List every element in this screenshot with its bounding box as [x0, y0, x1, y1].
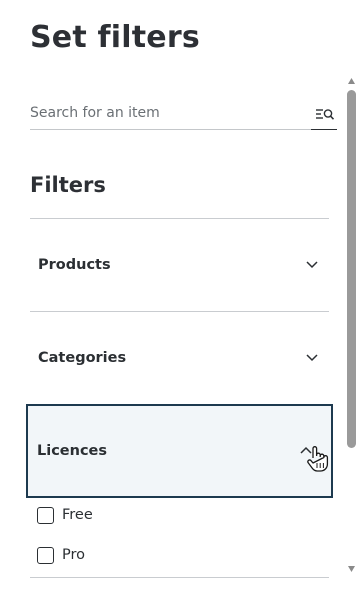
- search-bar: [30, 98, 337, 130]
- search-icon-underline: [311, 129, 337, 130]
- list-search-icon[interactable]: [315, 104, 335, 124]
- divider: [30, 577, 329, 578]
- filter-panel: Set filters Filters Products Categories …: [0, 0, 356, 602]
- section-products[interactable]: Products: [30, 219, 329, 311]
- chevron-down-icon: [306, 354, 318, 362]
- section-label: Categories: [38, 350, 127, 366]
- checkbox[interactable]: [37, 506, 54, 524]
- chevron-down-icon: [306, 261, 318, 269]
- section-categories[interactable]: Categories: [30, 312, 329, 404]
- page-title: Set filters: [30, 20, 200, 55]
- scroll-down-arrow-icon[interactable]: [347, 565, 356, 573]
- option-label: Free: [62, 507, 93, 523]
- search-input[interactable]: [30, 102, 305, 124]
- scrollbar-thumb[interactable]: [347, 90, 356, 448]
- section-licences[interactable]: Licences: [26, 404, 333, 498]
- scroll-up-arrow-icon[interactable]: [347, 77, 356, 85]
- section-label: Licences: [37, 443, 108, 459]
- option-label: Pro: [62, 547, 86, 563]
- filters-heading: Filters: [30, 173, 106, 197]
- checkbox[interactable]: [37, 546, 54, 564]
- option-free[interactable]: Free: [37, 504, 93, 526]
- hand-cursor-icon: [307, 446, 329, 472]
- option-pro[interactable]: Pro: [37, 544, 85, 566]
- section-label: Products: [38, 257, 111, 273]
